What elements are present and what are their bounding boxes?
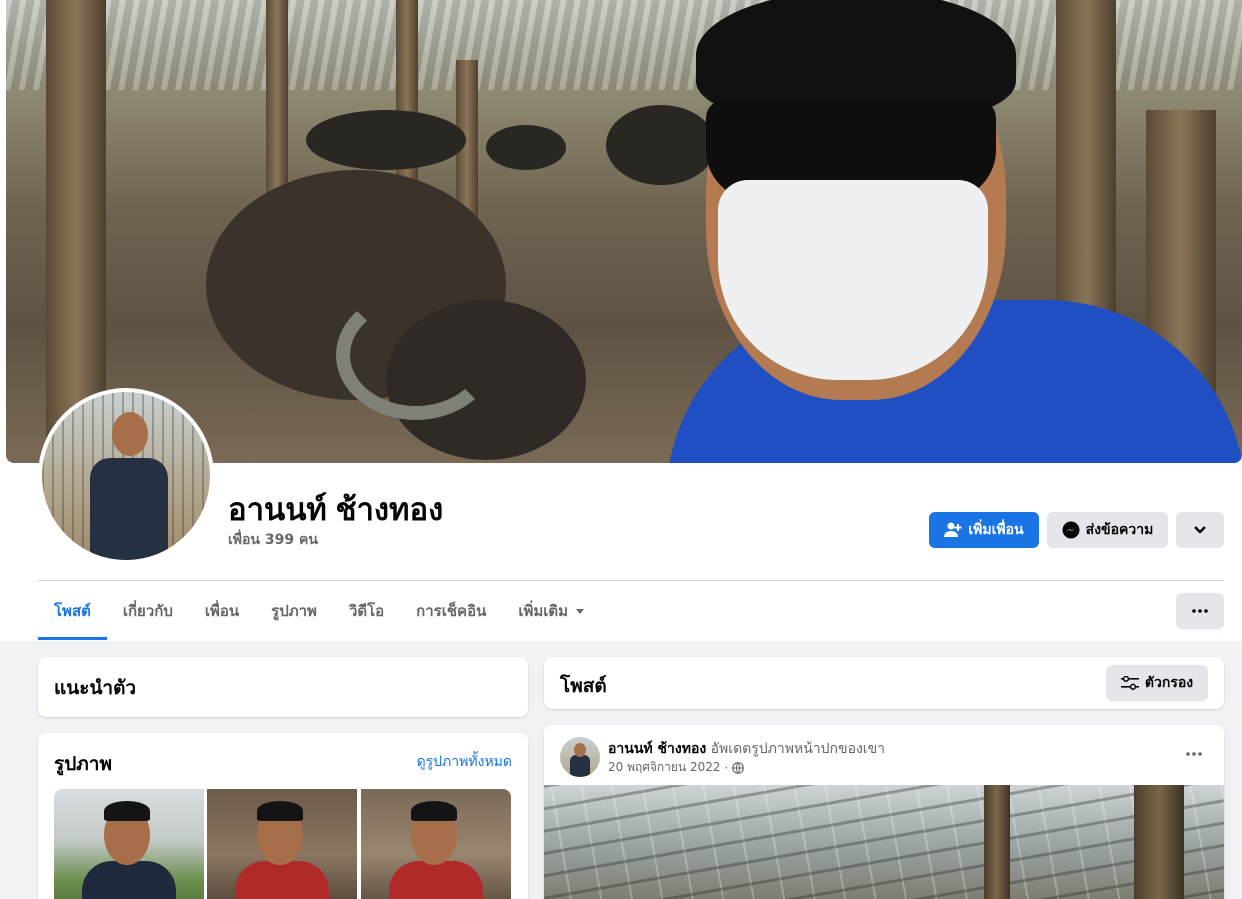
- meta-separator: ·: [724, 760, 729, 775]
- ellipsis-icon: [1186, 751, 1202, 756]
- cover-buffalo-distant: [606, 105, 716, 185]
- cover-wooden-post: [266, 0, 288, 200]
- profile-options-button[interactable]: [1176, 593, 1224, 629]
- photo-person-hair: [104, 801, 150, 821]
- post-avatar-face: [574, 743, 586, 757]
- post-photo[interactable]: [544, 785, 1224, 899]
- add-friend-button[interactable]: เพิ่มเพื่อน: [929, 512, 1039, 548]
- tab-check-ins[interactable]: การเช็คอิน: [400, 582, 502, 640]
- message-button[interactable]: ส่งข้อความ: [1047, 512, 1168, 548]
- post-meta: 20 พฤศจิกายน 2022 ·: [608, 758, 745, 777]
- post-author-avatar[interactable]: [560, 737, 600, 777]
- profile-header: อานนท์ ช้างทอง เพื่อน 399 คน เพิ่มเพื่อน…: [0, 0, 1242, 641]
- tab-friends[interactable]: เพื่อน: [189, 582, 255, 640]
- photo-person-shirt: [82, 861, 176, 899]
- posts-title: โพสต์: [560, 675, 607, 697]
- photo-thumbnail[interactable]: [207, 789, 357, 899]
- photo-person-shirt: [389, 861, 483, 899]
- messenger-icon: [1062, 521, 1080, 539]
- filter-button[interactable]: ตัวกรอง: [1106, 665, 1208, 701]
- post-author-name[interactable]: อานนท์ ช้างทอง: [608, 741, 706, 757]
- post-options-button[interactable]: [1186, 743, 1202, 762]
- globe-icon: [732, 761, 745, 774]
- tab-videos[interactable]: วิดีโอ: [333, 582, 400, 640]
- header-divider: [38, 580, 1224, 581]
- post-photo-post: [984, 785, 1010, 899]
- profile-tabs: โพสต์ เกี่ยวกับ เพื่อน รูปภาพ วิดีโอ การ…: [38, 582, 604, 640]
- photo-person-hair: [257, 801, 303, 821]
- sliders-icon: [1120, 676, 1139, 690]
- filter-label: ตัวกรอง: [1144, 675, 1194, 691]
- add-friend-label: เพิ่มเพื่อน: [968, 522, 1024, 538]
- photo-person-shirt: [235, 861, 329, 899]
- chevron-down-icon: [1194, 526, 1206, 534]
- post-photo-post: [1134, 785, 1184, 899]
- cover-buffalo-horn: [336, 290, 496, 420]
- avatar-shirt: [90, 458, 168, 560]
- more-actions-dropdown-button[interactable]: [1176, 512, 1224, 548]
- cover-buffalo-distant: [306, 110, 466, 170]
- photos-title[interactable]: รูปภาพ: [54, 749, 112, 779]
- tab-posts[interactable]: โพสต์: [38, 582, 107, 640]
- post-action-text: อัพเดตรูปภาพหน้าปกของเขา: [710, 741, 886, 757]
- caret-down-icon: [576, 609, 585, 614]
- post-avatar-shirt: [570, 755, 590, 777]
- posts-header-card: โพสต์ ตัวกรอง: [544, 657, 1224, 709]
- message-label: ส่งข้อความ: [1085, 522, 1154, 538]
- photo-thumbnail[interactable]: [54, 789, 204, 899]
- profile-picture[interactable]: [38, 388, 214, 564]
- profile-name: อานนท์ ช้างทอง: [228, 492, 444, 527]
- intro-title: แนะนำตัว: [54, 677, 137, 699]
- cover-wooden-post: [396, 0, 418, 200]
- see-all-photos-link[interactable]: ดูรูปภาพทั้งหมด: [417, 751, 512, 773]
- cover-buffalo-distant: [486, 125, 566, 170]
- tab-about[interactable]: เกี่ยวกับ: [107, 582, 189, 640]
- intro-card: แนะนำตัว: [38, 657, 528, 717]
- photo-person-hair: [411, 801, 457, 821]
- post-date[interactable]: 20 พฤศจิกายน 2022: [608, 758, 721, 777]
- tab-photos[interactable]: รูปภาพ: [255, 582, 333, 640]
- ellipsis-icon: [1192, 609, 1208, 613]
- avatar-face: [112, 412, 148, 456]
- tab-more-label: เพิ่มเติม: [518, 602, 569, 620]
- profile-picture-image: [42, 392, 210, 560]
- add-friend-icon: [944, 522, 962, 537]
- photos-card: รูปภาพ ดูรูปภาพทั้งหมด: [38, 733, 528, 899]
- post-header-text: อานนท์ ช้างทอง อัพเดตรูปภาพหน้าปกของเขา: [608, 738, 885, 760]
- tab-more[interactable]: เพิ่มเติม: [502, 582, 604, 640]
- post-photo-shade-net: [544, 785, 1224, 899]
- friends-count[interactable]: เพื่อน 399 คน: [228, 529, 318, 551]
- photo-thumbnail[interactable]: [361, 789, 511, 899]
- post-card: อานนท์ ช้างทอง อัพเดตรูปภาพหน้าปกของเขา …: [544, 725, 1224, 899]
